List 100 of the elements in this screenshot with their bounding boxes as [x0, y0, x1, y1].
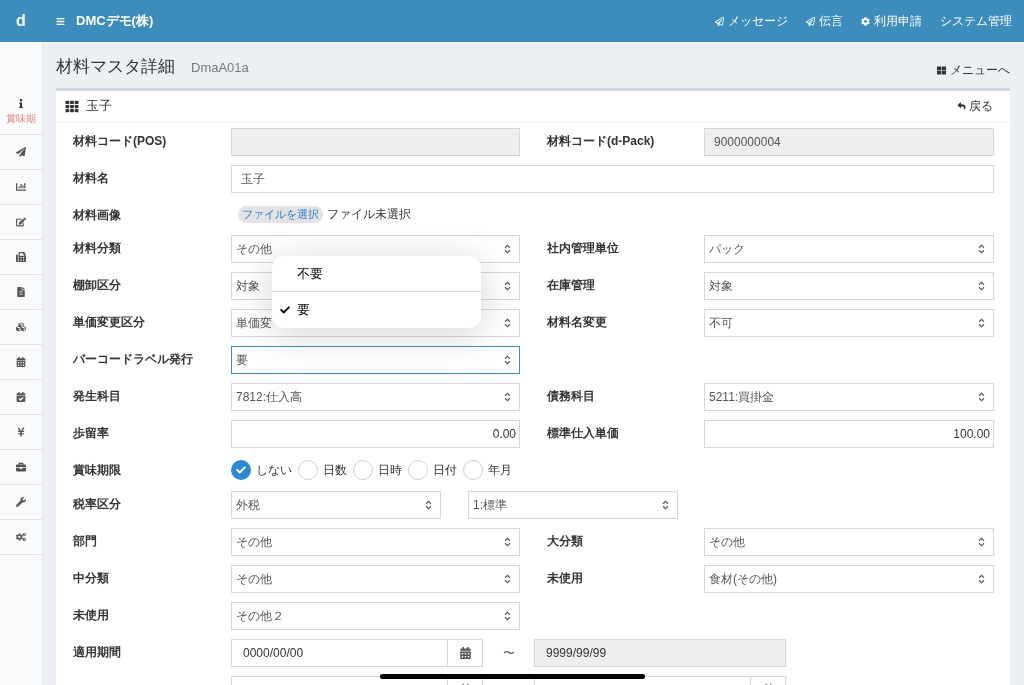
chevron-updown-icon	[978, 574, 985, 584]
calendar-button[interactable]	[448, 639, 483, 667]
field-label: 賞味期限	[73, 463, 121, 477]
menu-icon	[55, 16, 65, 26]
company-name-link[interactable]: DMCデモ(株)	[76, 11, 154, 31]
field-label: 債務科目	[547, 389, 595, 403]
select-field[interactable]: 5211:買掛金	[704, 383, 994, 411]
radio-button[interactable]	[408, 459, 428, 480]
back-link[interactable]: 戻る	[957, 97, 993, 115]
wrench-icon	[16, 497, 26, 507]
field-label: 未使用	[73, 608, 109, 622]
check-icon	[236, 464, 246, 475]
radio-label: 日時	[378, 461, 402, 479]
select-field[interactable]: 要	[231, 346, 520, 374]
chevron-updown-icon	[504, 574, 511, 584]
chevron-updown-icon	[504, 537, 511, 547]
settings-icon	[861, 16, 870, 26]
date-field[interactable]: 0000/00/00	[231, 639, 448, 667]
field-label: 社内管理単位	[547, 241, 619, 255]
field-label: 材料コード(POS)	[73, 134, 167, 148]
select-field[interactable]: その他	[231, 528, 520, 556]
chevron-updown-icon	[504, 392, 511, 402]
paper-plane-icon	[715, 16, 724, 26]
select-field[interactable]: 食材(その他)	[704, 565, 994, 593]
number-field[interactable]: 0.00	[231, 420, 520, 448]
field-label: 標準仕入単価	[547, 426, 619, 440]
paper-plane-icon	[16, 147, 26, 157]
select-field[interactable]: その他	[231, 565, 520, 593]
radio-label: 日付	[433, 461, 457, 479]
radio-button[interactable]	[231, 459, 251, 480]
menu-link[interactable]: メニューへ	[937, 61, 1010, 79]
check-icon	[280, 305, 290, 315]
field-label: 単価変更区分	[73, 315, 145, 329]
field-label: 発生科目	[73, 389, 121, 403]
select-field[interactable]: 7812:仕入高	[231, 383, 520, 411]
calendar-icon	[459, 647, 471, 659]
radio-button[interactable]	[353, 459, 373, 480]
select-field[interactable]: その他２	[231, 602, 520, 630]
calendar-check-icon	[16, 392, 26, 402]
field-label: バーコードラベル発行	[73, 352, 193, 366]
nav-link[interactable]: 利用申請	[861, 12, 922, 30]
grid-icon	[937, 65, 946, 75]
page-code: DmaA01a	[191, 59, 249, 78]
edit-icon	[16, 217, 26, 227]
field-label: 中分類	[73, 571, 109, 585]
dropdown-option[interactable]: 要	[272, 292, 481, 328]
field-label: 歩留率	[73, 426, 109, 440]
number-field[interactable]: 100.00	[704, 420, 994, 448]
radio-label: 年月	[488, 461, 512, 479]
chevron-updown-icon	[978, 281, 985, 291]
field-label: 部門	[73, 534, 97, 548]
field-label: 材料コード(d-Pack)	[547, 134, 655, 148]
chevron-updown-icon	[504, 318, 511, 328]
chevron-updown-icon	[504, 355, 511, 365]
grid-icon	[64, 99, 80, 113]
paper-plane-icon	[806, 16, 815, 26]
radio-button[interactable]	[463, 459, 483, 480]
info-icon	[19, 99, 23, 108]
calendar-icon	[16, 357, 26, 367]
select-field[interactable]: 1:標準	[468, 491, 678, 519]
file-select-button[interactable]: ファイルを選択	[238, 205, 323, 223]
select-field[interactable]: その他	[704, 528, 994, 556]
briefcase-icon	[16, 462, 26, 472]
brand-logo-link[interactable]: d	[0, 0, 42, 42]
nav-link[interactable]: 伝言	[806, 12, 843, 30]
field-label: 材料分類	[73, 241, 121, 255]
page-title: 材料マスタ詳細	[56, 56, 175, 79]
chevron-updown-icon	[978, 244, 985, 254]
field-label: 材料名変更	[547, 315, 607, 329]
chevron-updown-icon	[978, 392, 985, 402]
fax-icon	[16, 252, 26, 262]
nav-link[interactable]: システム管理	[940, 12, 1012, 30]
gears-icon	[16, 532, 26, 542]
chevron-updown-icon	[662, 500, 669, 510]
nav-link[interactable]: メッセージ	[715, 12, 788, 30]
range-separator: 〜	[502, 645, 515, 662]
select-field[interactable]: 外税	[231, 491, 441, 519]
panel-title: 玉子	[86, 97, 112, 116]
field-label: 税率区分	[73, 497, 121, 511]
text-field[interactable]: 玉子	[231, 165, 994, 193]
select-field[interactable]: 不可	[704, 309, 994, 337]
chevron-updown-icon	[504, 611, 511, 621]
bar-chart-icon	[16, 182, 26, 192]
select-field[interactable]: 対象	[704, 272, 994, 300]
chevron-updown-icon	[978, 537, 985, 547]
reply-icon	[957, 102, 966, 110]
field-label: 適用期間	[73, 645, 121, 659]
file-icon	[16, 287, 26, 297]
file-status-text: ファイル未選択	[327, 206, 411, 223]
field-label: 大分類	[547, 534, 583, 548]
field-label: 棚卸区分	[73, 278, 121, 292]
cubes-icon	[16, 322, 26, 332]
radio-label: 日数	[323, 461, 347, 479]
field-label: 未使用	[547, 571, 583, 585]
field-label: 在庫管理	[547, 278, 595, 292]
field-label: 材料画像	[73, 208, 121, 222]
chevron-updown-icon	[425, 500, 432, 510]
radio-button[interactable]	[298, 459, 318, 480]
dropdown-option[interactable]: 不要	[272, 256, 481, 292]
select-field[interactable]: パック	[704, 235, 994, 263]
